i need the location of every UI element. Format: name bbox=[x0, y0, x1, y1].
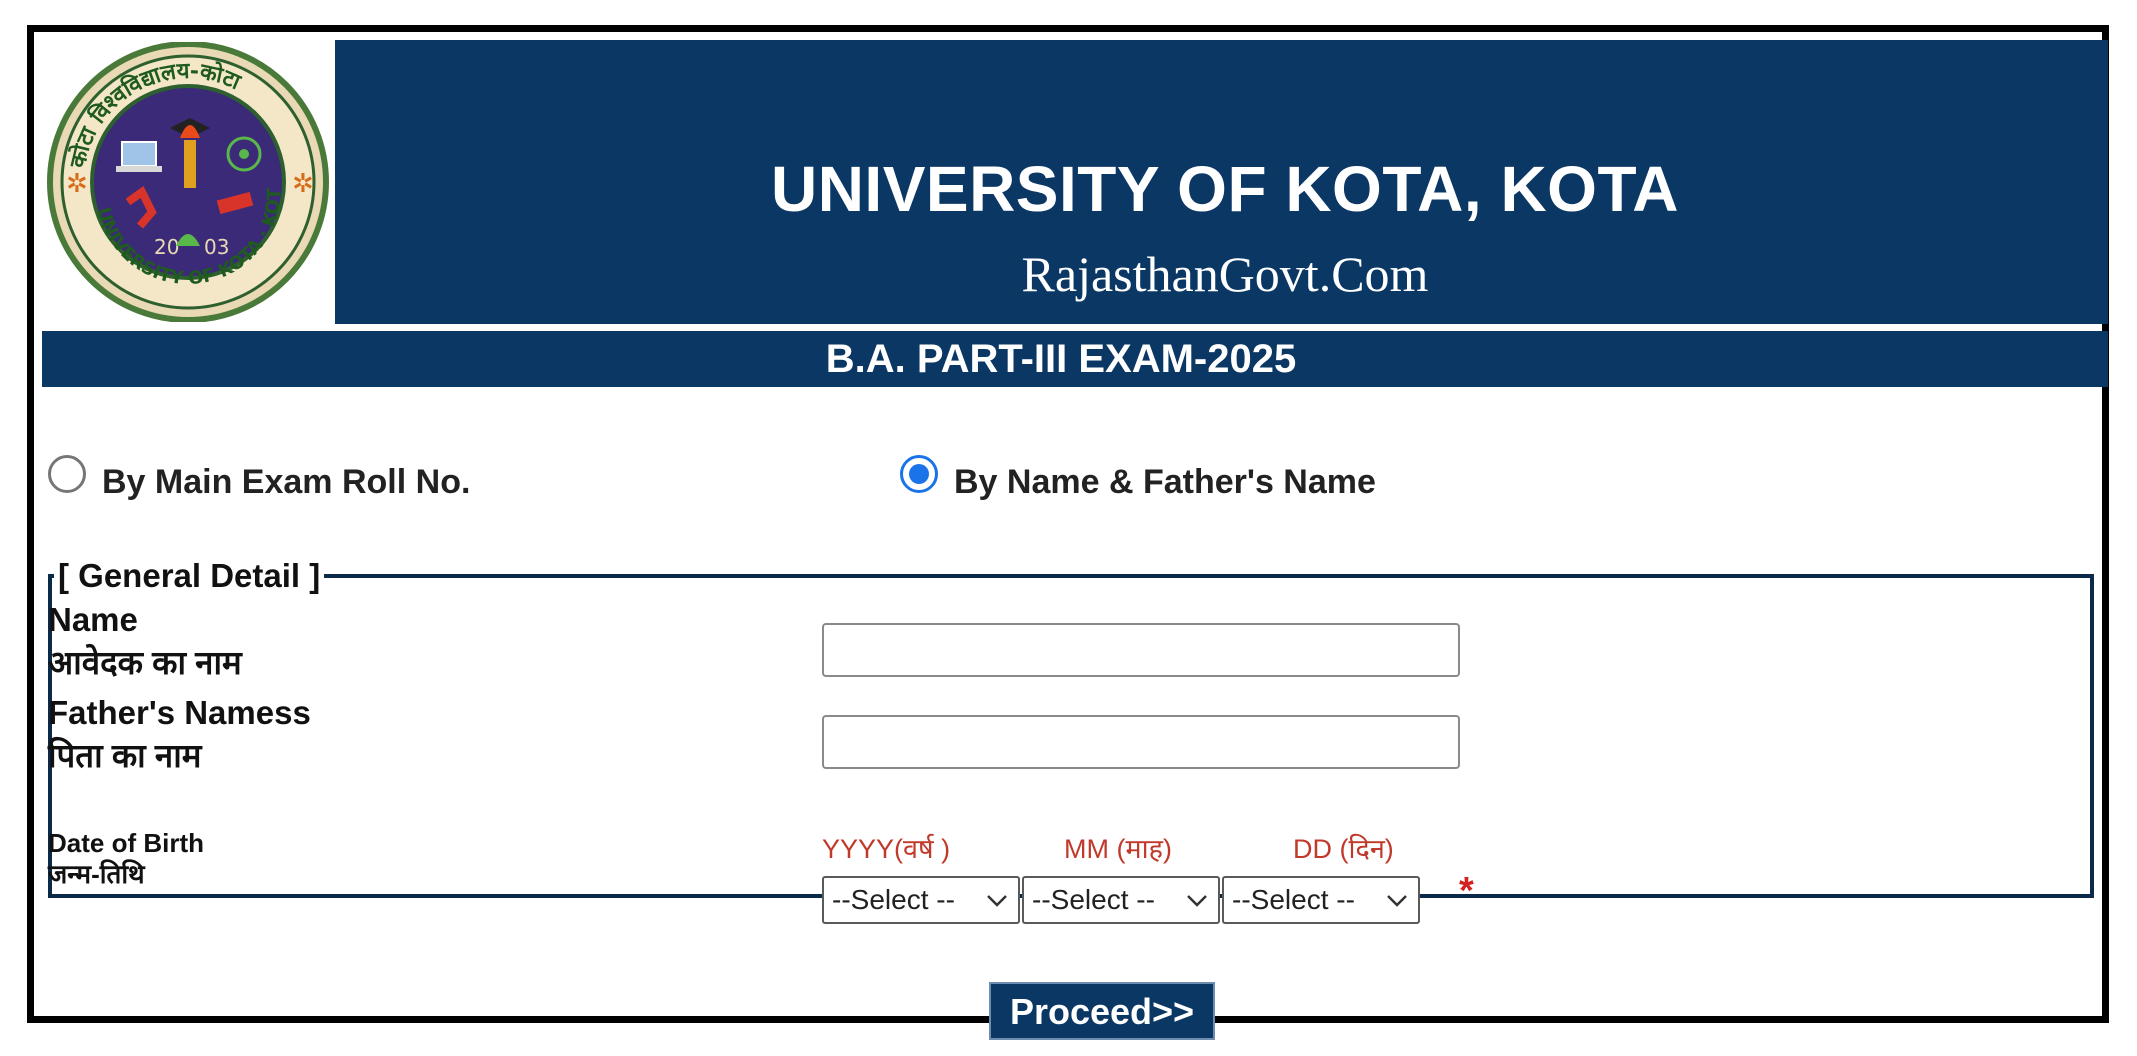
exam-title-bar: B.A. PART-III EXAM-2025 bbox=[42, 331, 2108, 387]
father-name-label-hi: पिता का नाम bbox=[48, 737, 202, 774]
exam-title: B.A. PART-III EXAM-2025 bbox=[825, 337, 1297, 381]
chevron-down-icon bbox=[987, 895, 1007, 907]
dob-year-header: YYYY(वर्ष ) bbox=[822, 834, 951, 864]
name-label-en: Name bbox=[48, 601, 138, 638]
site-watermark: RajasthanGovt.Com bbox=[1021, 246, 1429, 302]
logo-year-right: 03 bbox=[204, 235, 229, 259]
general-detail-legend: [ General Detail ] bbox=[54, 557, 325, 595]
page-frame: कोटा विश्वविद्यालय-कोटा UNIVERSITY OF KO… bbox=[27, 25, 2109, 1040]
chevron-down-icon bbox=[1387, 895, 1407, 907]
university-seal-icon: कोटा विश्वविद्यालय-कोटा UNIVERSITY OF KO… bbox=[44, 42, 329, 322]
radio-roll-no[interactable] bbox=[48, 455, 86, 493]
dob-year-select[interactable]: --Select -- bbox=[822, 876, 1020, 924]
header-banner: कोटा विश्वविद्यालय-कोटा UNIVERSITY OF KO… bbox=[42, 40, 2108, 324]
dob-day-select-value: --Select -- bbox=[1232, 884, 1355, 915]
dob-day-header: DD (दिन) bbox=[1293, 834, 1394, 864]
radio-option-roll-no[interactable]: By Main Exam Roll No. bbox=[48, 444, 470, 504]
radio-name-father[interactable] bbox=[900, 455, 938, 493]
svg-text:✲: ✲ bbox=[66, 168, 88, 198]
dob-label-en: Date of Birth bbox=[48, 828, 204, 858]
university-logo: कोटा विश्वविद्यालय-कोटा UNIVERSITY OF KO… bbox=[42, 40, 335, 324]
svg-text:✲: ✲ bbox=[292, 168, 314, 198]
radio-name-father-label: By Name & Father's Name bbox=[954, 462, 1376, 501]
dob-month-select[interactable]: --Select -- bbox=[1022, 876, 1220, 924]
name-label-hi: आवेदक का नाम bbox=[48, 644, 242, 681]
dob-label-hi: जन्म-तिथि bbox=[48, 859, 145, 889]
radio-roll-no-label: By Main Exam Roll No. bbox=[102, 462, 471, 501]
dob-year-select-value: --Select -- bbox=[832, 884, 955, 915]
father-name-label-en: Father's Namess bbox=[48, 694, 311, 731]
university-title: UNIVERSITY OF KOTA, KOTA bbox=[770, 153, 1680, 225]
dob-month-select-value: --Select -- bbox=[1032, 884, 1155, 915]
name-input[interactable] bbox=[822, 623, 1460, 677]
required-asterisk: * bbox=[1459, 870, 1474, 912]
radio-option-name[interactable]: By Name & Father's Name bbox=[900, 444, 1376, 504]
logo-year-left: 20 bbox=[154, 235, 179, 259]
father-name-input[interactable] bbox=[822, 715, 1460, 769]
chevron-down-icon bbox=[1187, 895, 1207, 907]
dob-month-header: MM (माह) bbox=[1064, 834, 1172, 864]
proceed-button[interactable]: Proceed>> bbox=[989, 982, 1215, 1040]
dob-day-select[interactable]: --Select -- bbox=[1222, 876, 1420, 924]
